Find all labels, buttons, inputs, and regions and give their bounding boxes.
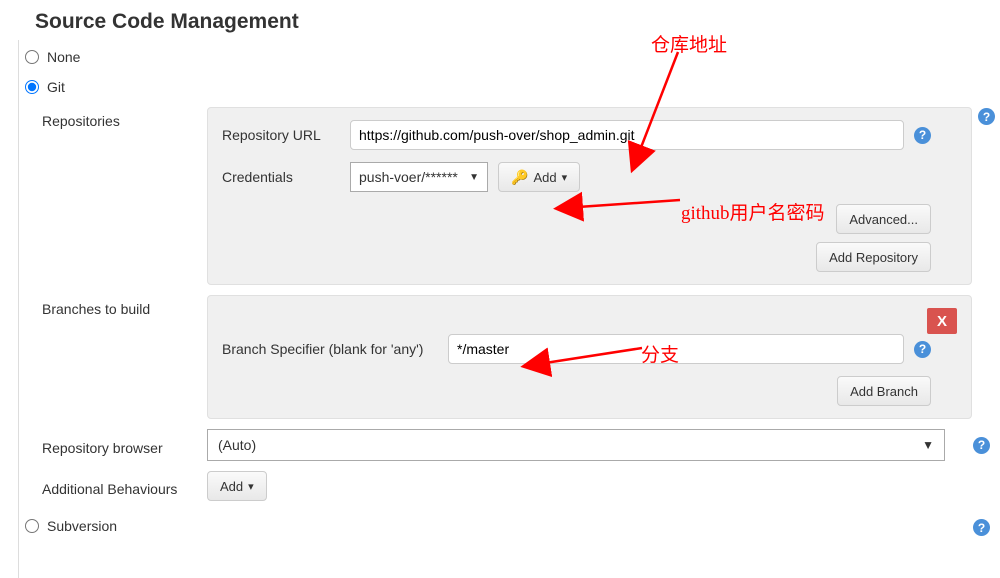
page-title: Source Code Management	[0, 0, 1000, 42]
help-icon[interactable]: ?	[973, 437, 990, 454]
branch-specifier-input[interactable]	[448, 334, 904, 364]
add-behaviour-label: Add	[220, 479, 243, 494]
scm-option-subversion[interactable]: Subversion	[25, 511, 1000, 541]
repositories-label: Repositories	[42, 107, 207, 129]
advanced-button[interactable]: Advanced...	[836, 204, 931, 234]
help-icon[interactable]: ?	[914, 127, 931, 144]
additional-behaviours-label: Additional Behaviours	[42, 475, 207, 497]
radio-label: Git	[47, 79, 65, 95]
add-cred-label: Add	[533, 170, 556, 185]
help-icon[interactable]: ?	[914, 341, 931, 358]
repo-browser-label: Repository browser	[42, 434, 207, 456]
radio-label: None	[47, 49, 80, 65]
scm-option-git[interactable]: Git	[25, 72, 1000, 102]
help-icon[interactable]: ?	[973, 519, 990, 536]
credentials-select[interactable]: push-voer/******	[350, 162, 488, 192]
divider	[18, 40, 19, 578]
radio-label: Subversion	[47, 518, 117, 534]
add-branch-button[interactable]: Add Branch	[837, 376, 931, 406]
add-repository-button[interactable]: Add Repository	[816, 242, 931, 272]
branches-label: Branches to build	[42, 295, 207, 317]
repositories-panel: ? Repository URL ? Credentials push-voer…	[207, 107, 972, 285]
help-icon[interactable]: ?	[978, 108, 995, 125]
branches-panel: X Branch Specifier (blank for 'any') ? A…	[207, 295, 972, 419]
radio-none[interactable]	[25, 50, 39, 64]
radio-subversion[interactable]	[25, 519, 39, 533]
add-behaviour-button[interactable]: Add	[207, 471, 267, 501]
key-icon: 🔑	[511, 169, 528, 186]
credentials-value: push-voer/******	[359, 169, 458, 185]
repo-url-input[interactable]	[350, 120, 904, 150]
credentials-label: Credentials	[222, 169, 350, 185]
repo-browser-select[interactable]: (Auto)	[207, 429, 945, 461]
add-credentials-button[interactable]: 🔑 Add	[498, 162, 580, 192]
repo-url-label: Repository URL	[222, 127, 350, 143]
branch-specifier-label: Branch Specifier (blank for 'any')	[222, 341, 448, 357]
scm-option-none[interactable]: None	[25, 42, 1000, 72]
repo-browser-value: (Auto)	[218, 437, 256, 453]
radio-git[interactable]	[25, 80, 39, 94]
delete-branch-button[interactable]: X	[927, 308, 957, 334]
